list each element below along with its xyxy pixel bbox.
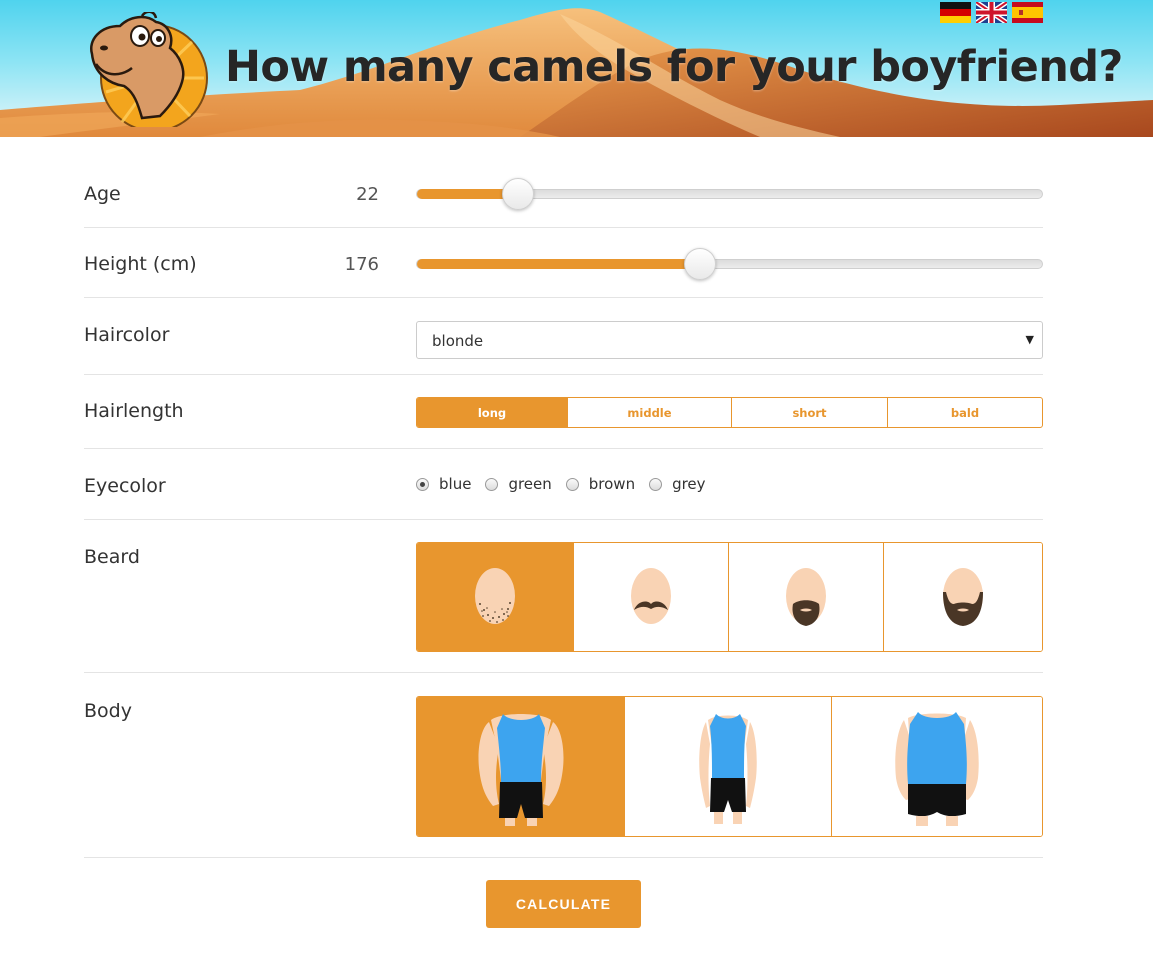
heavy-body-icon	[895, 711, 979, 826]
eyecolor-option-label: blue	[439, 475, 472, 493]
chevron-down-icon: ▼	[1025, 333, 1034, 346]
haircolor-select[interactable]: blonde ▼	[416, 321, 1043, 359]
radio-unchecked-icon[interactable]	[485, 477, 499, 491]
german-flag-icon[interactable]	[940, 2, 971, 23]
eyecolor-option-label: green	[508, 475, 552, 493]
height-slider-track[interactable]	[416, 248, 1043, 280]
haircolor-row: Haircolor blonde ▼	[84, 298, 1043, 375]
hairlength-label: Hairlength	[84, 400, 184, 422]
height-label: Height (cm)	[84, 253, 197, 275]
body-row: Body	[84, 673, 1043, 858]
hairlength-option-long[interactable]: long	[417, 398, 568, 427]
height-slider-fill	[417, 259, 701, 269]
muscular-body-icon	[477, 713, 564, 826]
eyecolor-option-label: brown	[588, 475, 636, 493]
eyecolor-radio-green[interactable]: green	[485, 475, 552, 493]
stubble-icon	[475, 568, 515, 624]
beard-option-mustache[interactable]	[574, 543, 729, 651]
mustache-icon	[631, 568, 671, 624]
eyecolor-radio-brown[interactable]: brown	[565, 475, 636, 493]
slim-body-icon	[699, 713, 757, 824]
eyecolor-option-label: grey	[672, 475, 706, 493]
beard-option-goatee[interactable]	[729, 543, 884, 651]
body-option-heavy[interactable]	[832, 697, 1042, 836]
beard-row: Beard	[84, 520, 1043, 673]
beard-option-full-beard[interactable]	[884, 543, 1042, 651]
hairlength-row: Hairlength long middle short bald	[84, 375, 1043, 449]
hairlength-button-group: long middle short bald	[416, 397, 1043, 428]
page-title: How many camels for your boyfriend?	[225, 42, 1123, 92]
eyecolor-radio-blue[interactable]: blue	[416, 475, 471, 493]
age-value: 22	[356, 184, 379, 205]
calculate-button[interactable]: CALCULATE	[486, 880, 641, 928]
eyecolor-label: Eyecolor	[84, 475, 166, 497]
radio-checked-icon[interactable]	[416, 477, 429, 491]
hairlength-option-middle[interactable]: middle	[568, 398, 732, 427]
eyecolor-row: Eyecolor blue green brown grey	[84, 449, 1043, 520]
hairlength-option-bald[interactable]: bald	[888, 398, 1042, 427]
radio-unchecked-icon[interactable]	[565, 477, 579, 491]
body-option-muscular[interactable]	[417, 697, 625, 836]
eyecolor-radio-group: blue green brown grey	[416, 475, 1043, 493]
beard-options	[416, 542, 1043, 652]
body-options	[416, 696, 1043, 837]
haircolor-label: Haircolor	[84, 324, 170, 346]
height-value: 176	[344, 254, 379, 275]
goatee-icon	[786, 568, 826, 626]
body-label: Body	[84, 700, 132, 722]
radio-unchecked-icon[interactable]	[649, 477, 663, 491]
eyecolor-radio-grey[interactable]: grey	[649, 475, 706, 493]
age-slider-track[interactable]	[416, 178, 1043, 210]
camel-form: Age 22 Height (cm) 176 Haircolor blonde …	[84, 137, 1043, 858]
beard-label: Beard	[84, 546, 140, 568]
beard-option-stubble[interactable]	[417, 543, 574, 651]
spanish-flag-icon[interactable]	[1012, 2, 1043, 23]
camel-logo	[89, 12, 208, 127]
height-slider-handle[interactable]	[684, 248, 716, 280]
full-beard-icon	[943, 568, 983, 626]
uk-flag-icon[interactable]	[976, 2, 1007, 23]
haircolor-selected-value: blonde	[432, 332, 484, 350]
height-row: Height (cm) 176	[84, 228, 1043, 298]
body-option-slim[interactable]	[625, 697, 832, 836]
hairlength-option-short[interactable]: short	[732, 398, 888, 427]
language-switcher	[940, 2, 1043, 23]
age-row: Age 22	[84, 137, 1043, 228]
age-slider-handle[interactable]	[502, 178, 534, 210]
header-banner: How many camels for your boyfriend?	[0, 0, 1153, 137]
age-label: Age	[84, 183, 121, 205]
